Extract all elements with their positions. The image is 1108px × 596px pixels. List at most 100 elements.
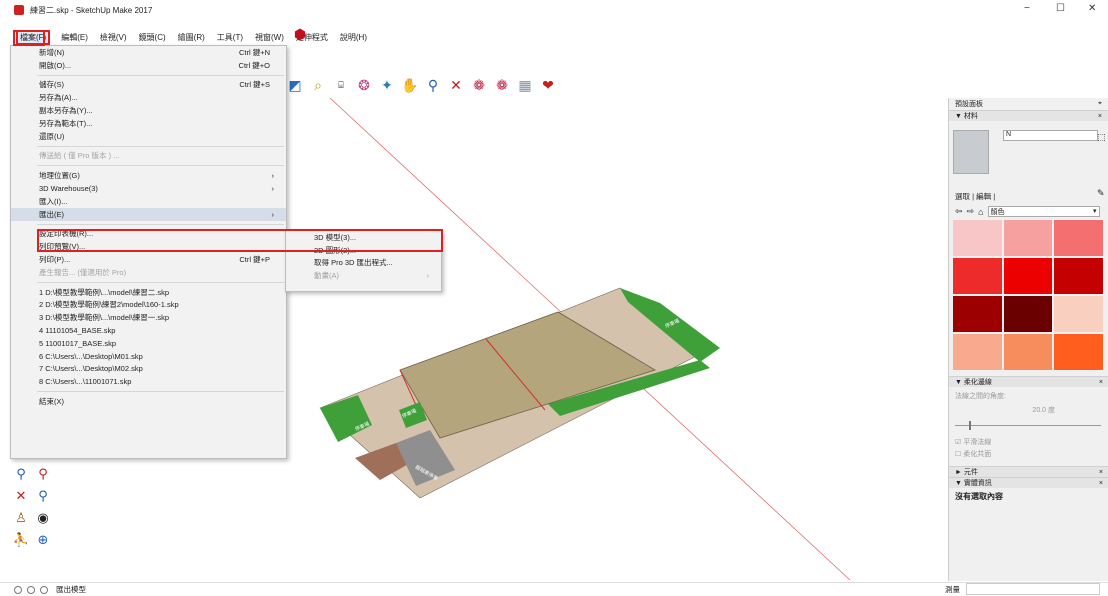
close-panel-icon[interactable]: × — [1099, 480, 1103, 487]
text-icon[interactable]: ⌸ — [331, 75, 351, 95]
slider-knob[interactable] — [969, 421, 971, 430]
color-swatch[interactable] — [1003, 220, 1053, 256]
entity-info-panel-header[interactable]: ▼ 實體資訊 × — [949, 477, 1108, 488]
components-panel-header[interactable]: ► 元件 × — [949, 466, 1108, 477]
material-name-field[interactable]: N — [1003, 130, 1098, 141]
minimize-button[interactable]: − — [1024, 3, 1030, 14]
menu-item-label: 5 11001017_BASE.skp — [39, 338, 117, 348]
file-menu: 新增(N) Ctrl 鍵+N 開啟(O)... Ctrl 鍵+O 儲存(S) Ctrl 鍵… — [10, 45, 287, 459]
color-swatch[interactable] — [953, 258, 1002, 294]
collection-select[interactable]: 顏色 ▾ — [987, 206, 1100, 217]
menu-item[interactable]: 5 11001017_BASE.skp — [11, 337, 286, 350]
geolocation-icon[interactable] — [14, 585, 22, 594]
share-model-icon[interactable]: ❁ — [492, 75, 512, 95]
previous-view-icon[interactable]: ⚲ — [32, 485, 54, 507]
menu-item[interactable]: 7 C:\Users\...\Desktop\M02.skp — [11, 363, 286, 376]
color-swatch[interactable] — [1054, 334, 1103, 370]
menu-item[interactable]: 1 D:\模型教學範例\...\model\練習二.skp — [11, 286, 286, 299]
color-swatch[interactable] — [1003, 334, 1053, 370]
menu-item[interactable]: 匯入(I)... — [11, 195, 286, 208]
warehouse-icon[interactable]: ⬢ — [290, 24, 310, 44]
menu-item[interactable]: 3 D:\模型教學範例\...\model\練習一.skp — [11, 311, 286, 324]
chevron-right-icon: › — [426, 271, 430, 281]
menu-item[interactable]: 結束(X) — [11, 395, 286, 408]
sample-paint-icon[interactable]: ✎ — [1097, 188, 1105, 199]
pan-icon[interactable]: ✋ — [400, 75, 420, 95]
color-swatch[interactable] — [953, 334, 1002, 370]
menu-item[interactable]: 列印(P)... Ctrl 鍵+P — [11, 253, 286, 266]
menu-item[interactable]: 8 C:\Users\...\11001071.skp — [11, 375, 286, 388]
close-panel-icon[interactable]: × — [1098, 113, 1102, 120]
color-swatch[interactable] — [1003, 296, 1053, 332]
menu-item[interactable]: 3D Warehouse(3) › — [11, 182, 286, 195]
zoom-icon[interactable]: ⚲ — [10, 463, 32, 485]
soften-title: ▼ 柔化邊線 — [955, 379, 992, 386]
menu-item[interactable]: 匯出(E) › — [11, 207, 286, 221]
materials-panel-header[interactable]: ▼ 材料 × — [949, 110, 1108, 121]
menu-item[interactable]: 2 D:\模型教學範例\練習2\model\160-1.skp — [11, 299, 286, 312]
zoom-extents-icon[interactable]: ✕ — [446, 75, 466, 95]
walk-icon[interactable]: ⛹ — [10, 529, 32, 551]
color-swatch[interactable] — [953, 220, 1002, 256]
menu-item-label: 8 C:\Users\...\11001071.skp — [39, 377, 132, 387]
restore-button[interactable]: ☐ — [1056, 3, 1065, 14]
close-panel-icon[interactable]: × — [1099, 469, 1103, 476]
color-swatch[interactable] — [1054, 258, 1103, 294]
extension-warehouse-icon[interactable]: ❤ — [538, 75, 558, 95]
menu-6[interactable]: 視窗(W) — [254, 32, 285, 43]
zoom-extents-icon[interactable]: ✕ — [10, 485, 32, 507]
tab-edit[interactable]: 編輯 — [976, 192, 991, 201]
menu-item[interactable]: 4 11101054_BASE.skp — [11, 324, 286, 337]
color-swatch[interactable] — [953, 296, 1002, 332]
soften-coplanar-checkbox[interactable]: ☐ 柔化共面 — [949, 448, 1108, 460]
menu-item[interactable]: 產生報告... (僅適用於 Pro) — [11, 266, 286, 279]
tape-measure-icon[interactable]: ⌕ — [308, 75, 328, 95]
menu-item[interactable]: 儲存(S) Ctrl 鍵+S — [11, 79, 286, 92]
orbit-icon[interactable]: ✦ — [377, 75, 397, 95]
angle-slider[interactable] — [955, 421, 1101, 430]
close-button[interactable]: ✕ — [1088, 3, 1096, 14]
paint-bucket-icon[interactable]: ❂ — [354, 75, 374, 95]
warehouse-models-icon[interactable]: ❁ — [469, 75, 489, 95]
measurements-box[interactable] — [966, 583, 1100, 595]
menu-item[interactable]: 6 C:\Users\...\Desktop\M01.skp — [11, 350, 286, 363]
materials-title: ▼ 材料 — [955, 113, 978, 120]
menu-item[interactable]: 取得 Pro 3D 匯出程式... — [286, 257, 441, 270]
zoom-window-icon[interactable]: ⚲ — [32, 463, 54, 485]
shape-icon[interactable]: ◩ — [285, 75, 305, 95]
menu-2[interactable]: 檢視(V) — [99, 32, 128, 43]
menu-item[interactable]: 另存為範本(T)... — [11, 117, 286, 130]
menu-item[interactable]: 動畫(A) › — [286, 269, 441, 282]
close-panel-icon[interactable]: × — [1099, 379, 1103, 386]
menu-item[interactable]: 新增(N) Ctrl 鍵+N — [11, 46, 286, 59]
menu-item[interactable]: 副本另存為(Y)... — [11, 104, 286, 117]
tab-select[interactable]: 選取 — [955, 192, 970, 201]
menu-8[interactable]: 說明(H) — [339, 32, 368, 43]
menu-item[interactable]: 另存為(A)... — [11, 91, 286, 104]
forward-icon[interactable]: ⇨ — [967, 206, 975, 217]
user-icon[interactable] — [40, 585, 48, 594]
menu-item[interactable]: 開啟(O)... Ctrl 鍵+O — [11, 59, 286, 72]
menu-3[interactable]: 鏡頭(C) — [138, 32, 167, 43]
pin-icon[interactable]: ⌖ — [1098, 100, 1102, 108]
color-swatch[interactable] — [1003, 258, 1053, 294]
create-material-icon[interactable]: ⬚ — [1097, 132, 1106, 143]
menu-item[interactable]: 還原(U) — [11, 130, 286, 143]
position-camera-icon[interactable]: ♙ — [10, 507, 32, 529]
color-swatch[interactable] — [1054, 296, 1103, 332]
extension-icon[interactable]: ▦ — [515, 75, 535, 95]
menu-5[interactable]: 工具(T) — [216, 32, 244, 43]
home-icon[interactable]: ⌂ — [978, 207, 983, 217]
zoom-icon[interactable]: ⚲ — [423, 75, 443, 95]
look-around-icon[interactable]: ◉ — [32, 507, 54, 529]
back-icon[interactable]: ⇦ — [955, 206, 963, 217]
soften-panel-header[interactable]: ▼ 柔化邊線 × — [949, 376, 1108, 387]
menu-item[interactable]: 傳送給 ( 僅 Pro 版本 ) ... — [11, 150, 286, 163]
menu-item[interactable]: 地理位置(G) › — [11, 169, 286, 182]
section-plane-icon[interactable]: ⊕ — [32, 529, 54, 551]
color-swatch[interactable] — [1054, 220, 1103, 256]
menu-1[interactable]: 編輯(E) — [60, 32, 89, 43]
credits-icon[interactable] — [27, 585, 35, 594]
menu-4[interactable]: 繪圖(R) — [177, 32, 206, 43]
smooth-normals-checkbox[interactable]: ☑ 平滑法線 — [949, 436, 1108, 448]
